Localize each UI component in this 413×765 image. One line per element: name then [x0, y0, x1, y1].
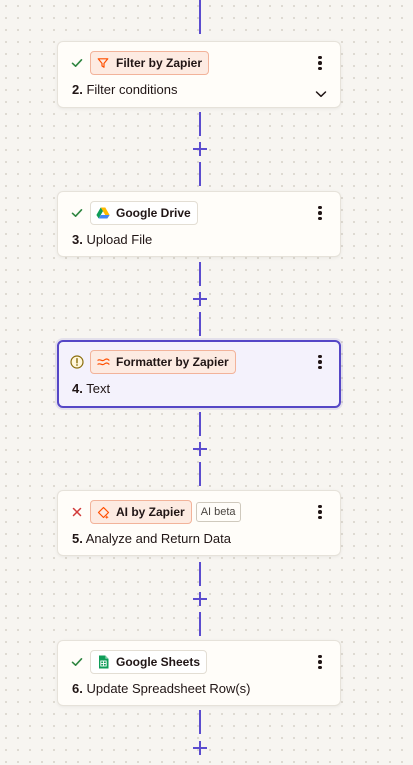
step-card-filter[interactable]: Filter by Zapier 2. Filter conditions	[57, 41, 341, 108]
app-name: Google Drive	[116, 206, 191, 220]
google-drive-icon	[96, 206, 110, 220]
step-number: 6.	[72, 681, 83, 696]
connector-line	[199, 262, 201, 286]
connector-line	[199, 710, 201, 734]
add-step-button[interactable]	[190, 439, 210, 459]
step-name: Text	[86, 381, 111, 396]
connector-line	[199, 162, 201, 186]
connector-line	[199, 462, 201, 486]
step-title: 6. Update Spreadsheet Row(s)	[72, 681, 251, 696]
google-sheets-icon	[96, 655, 110, 669]
step-title: 3. Upload File	[72, 232, 152, 247]
success-check-icon	[70, 206, 84, 220]
add-step-button[interactable]	[190, 738, 210, 758]
add-step-button[interactable]	[190, 139, 210, 159]
app-name: Filter by Zapier	[116, 56, 203, 70]
connector-line	[199, 112, 201, 136]
connector-line	[199, 412, 201, 436]
more-options-icon[interactable]	[310, 53, 330, 73]
error-x-icon	[70, 505, 84, 519]
ai-icon	[96, 505, 110, 519]
ai-beta-badge: AI beta	[195, 502, 241, 522]
step-number: 5.	[72, 531, 83, 546]
warning-icon	[70, 355, 84, 369]
connector-line	[199, 612, 201, 636]
more-options-icon[interactable]	[310, 352, 330, 372]
step-name: Analyze and Return Data	[85, 531, 232, 546]
app-badge-google-sheets: Google Sheets	[90, 650, 208, 674]
connector-line	[199, 0, 201, 34]
step-number: 3.	[72, 232, 83, 247]
app-badge-ai: AI by Zapier	[90, 500, 192, 524]
step-title: 4. Text	[72, 381, 110, 396]
app-badge-filter: Filter by Zapier	[90, 51, 210, 75]
step-number: 2.	[72, 82, 83, 97]
step-card-google-drive[interactable]: Google Drive 3. Upload File	[57, 191, 341, 257]
success-check-icon	[70, 56, 84, 70]
step-name: Update Spreadsheet Row(s)	[86, 681, 251, 696]
app-badge-google-drive: Google Drive	[90, 201, 198, 225]
more-options-icon[interactable]	[310, 652, 330, 672]
formatter-icon	[96, 355, 110, 369]
step-name: Filter conditions	[86, 82, 178, 97]
more-options-icon[interactable]	[310, 203, 330, 223]
step-card-formatter[interactable]: Formatter by Zapier 4. Text	[57, 340, 341, 408]
step-card-google-sheets[interactable]: Google Sheets 6. Update Spreadsheet Row(…	[57, 640, 341, 706]
connector-line	[199, 312, 201, 336]
step-card-ai[interactable]: AI by Zapier AI beta 5. Analyze and Retu…	[57, 490, 341, 556]
chevron-down-icon[interactable]	[314, 86, 328, 98]
app-badge-formatter: Formatter by Zapier	[90, 350, 236, 374]
success-check-icon	[70, 655, 84, 669]
step-name: Upload File	[86, 232, 153, 247]
connector-line	[199, 562, 201, 586]
add-step-button[interactable]	[190, 289, 210, 309]
step-title: 5. Analyze and Return Data	[72, 531, 231, 546]
step-number: 4.	[72, 381, 83, 396]
add-step-button[interactable]	[190, 589, 210, 609]
more-options-icon[interactable]	[310, 502, 330, 522]
app-name: Google Sheets	[116, 655, 201, 669]
filter-icon	[96, 56, 110, 70]
app-name: Formatter by Zapier	[116, 355, 229, 369]
step-title: 2. Filter conditions	[72, 82, 178, 97]
app-name: AI by Zapier	[116, 505, 185, 519]
